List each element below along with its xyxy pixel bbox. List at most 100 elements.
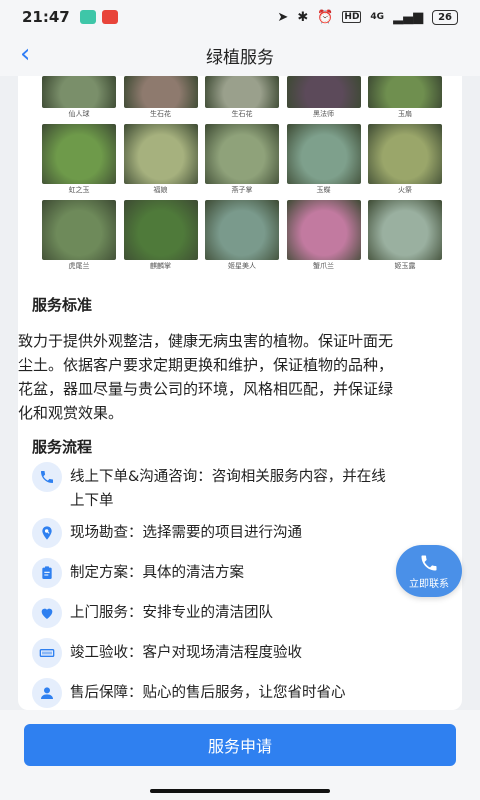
plant-image bbox=[368, 124, 442, 184]
plant-item: 生石花 bbox=[205, 76, 279, 120]
process-step: 竣工验收：客户对现场清洁程度验收 bbox=[32, 638, 452, 668]
phone-icon bbox=[421, 555, 437, 570]
step-text: 线上下单&沟通咨询：咨询相关服务内容，并在线 上下单 bbox=[70, 462, 386, 513]
plant-caption: 福娘 bbox=[153, 186, 168, 194]
process-step: 售后保障：贴心的售后服务，让您省时省心 bbox=[32, 678, 452, 708]
plant-item: 福娘 bbox=[123, 124, 198, 196]
back-icon[interactable]: ‹ bbox=[20, 39, 30, 69]
page-title: 绿植服务 bbox=[206, 47, 274, 68]
scanner-icon bbox=[32, 638, 62, 668]
app-notification-icon bbox=[79, 10, 96, 24]
service-apply-button[interactable]: 服务申请 bbox=[24, 724, 456, 766]
step-line: 上门服务：安排专业的清洁团队 bbox=[70, 605, 273, 621]
plant-caption: 火祭 bbox=[398, 186, 412, 194]
plant-image bbox=[205, 200, 279, 260]
description-line: 花盆，器皿尽量与贵公司的环境，风格相匹配，并保证绿 bbox=[18, 380, 394, 398]
plant-image bbox=[286, 200, 361, 260]
plant-item: 黑法师 bbox=[286, 76, 361, 120]
plant-image bbox=[368, 200, 442, 260]
section-title-standard: 服务标准 bbox=[32, 296, 93, 314]
phone-icon bbox=[32, 462, 62, 492]
home-indicator[interactable] bbox=[150, 789, 330, 793]
battery-icon: 26 bbox=[432, 9, 458, 25]
plant-caption: 麒麟掌 bbox=[150, 262, 171, 270]
content-card: 仙人球 生石花 生石花 黑法师 玉扇 虹之玉 福娘 燕子掌 玉蝶 火祭 虎尾兰 … bbox=[18, 76, 462, 710]
nav-bar: ‹ 绿植服务 bbox=[0, 34, 480, 76]
battery-level: 26 bbox=[438, 11, 452, 23]
app-notification-icon bbox=[101, 10, 118, 24]
plant-image bbox=[286, 76, 361, 108]
plant-caption: 生石花 bbox=[231, 110, 253, 118]
process-step: 制定方案：具体的清洁方案 bbox=[32, 558, 452, 588]
description-line: 致力于提供外观整洁，健康无病虫害的植物。保证叶面无 bbox=[18, 332, 394, 350]
plant-caption: 虎尾兰 bbox=[68, 262, 90, 270]
plant-item: 虎尾兰 bbox=[42, 200, 116, 272]
step-text: 现场勘查：选择需要的项目进行沟通 bbox=[70, 518, 302, 545]
contact-now-button[interactable]: 立即联系 bbox=[396, 545, 462, 597]
plant-caption: 姬星美人 bbox=[228, 262, 256, 270]
status-time: 21:47 bbox=[22, 8, 70, 26]
plant-image bbox=[368, 76, 442, 108]
alarm-icon: ⏰ bbox=[317, 9, 334, 25]
process-step: 上门服务：安排专业的清洁团队 bbox=[32, 598, 452, 628]
plant-caption: 燕子掌 bbox=[231, 186, 253, 194]
plant-row: 仙人球 生石花 生石花 黑法师 玉扇 bbox=[42, 76, 442, 120]
heart-icon bbox=[32, 598, 62, 628]
process-step: 线上下单&沟通咨询：咨询相关服务内容，并在线 上下单 bbox=[32, 462, 452, 513]
description-line: 尘土。依据客户要求定期更换和维护，保证植物的品种， bbox=[18, 356, 394, 374]
network-type: 4G bbox=[370, 12, 385, 22]
bluetooth-icon: ✱ bbox=[297, 9, 309, 25]
plant-item: 麒麟掌 bbox=[123, 200, 198, 272]
hd-icon: HD bbox=[342, 11, 362, 23]
plant-image bbox=[205, 76, 279, 108]
plant-item: 火祭 bbox=[368, 124, 442, 196]
signal-icon: ▂▄▆ bbox=[393, 9, 424, 25]
plant-row: 虹之玉 福娘 燕子掌 玉蝶 火祭 bbox=[42, 124, 442, 196]
plant-item: 玉扇 bbox=[368, 76, 442, 120]
search-icon bbox=[32, 518, 62, 548]
step-line: 线上下单&沟通咨询：咨询相关服务内容，并在线 bbox=[70, 469, 386, 485]
person-icon bbox=[32, 678, 62, 708]
plant-caption: 玉蝶 bbox=[316, 186, 331, 194]
step-line: 上下单 bbox=[70, 493, 114, 509]
plant-image bbox=[205, 124, 279, 184]
step-line: 制定方案：具体的清洁方案 bbox=[70, 565, 244, 581]
plant-caption: 生石花 bbox=[150, 110, 171, 118]
plant-image bbox=[42, 124, 116, 184]
step-line: 售后保障：贴心的售后服务，让您省时省心 bbox=[70, 685, 346, 701]
step-text: 竣工验收：客户对现场清洁程度验收 bbox=[70, 638, 302, 665]
plant-item: 姬玉露 bbox=[368, 200, 442, 272]
plant-image bbox=[42, 76, 116, 108]
step-text: 制定方案：具体的清洁方案 bbox=[70, 558, 244, 585]
plant-image bbox=[123, 76, 198, 108]
location-icon: ➤ bbox=[277, 9, 289, 25]
plant-item: 生石花 bbox=[123, 76, 198, 120]
plant-image bbox=[286, 124, 361, 184]
contact-now-label: 立即联系 bbox=[409, 578, 449, 590]
process-step: 现场勘查：选择需要的项目进行沟通 bbox=[32, 518, 452, 548]
plant-image bbox=[42, 200, 116, 260]
plant-image bbox=[123, 200, 198, 260]
plant-item: 燕子掌 bbox=[205, 124, 279, 196]
plant-item: 蟹爪兰 bbox=[286, 200, 361, 272]
clipboard-icon bbox=[32, 558, 62, 588]
description-line: 化和观赏效果。 bbox=[18, 404, 124, 422]
plant-item: 虹之玉 bbox=[42, 124, 116, 196]
plant-row: 虎尾兰 麒麟掌 姬星美人 蟹爪兰 姬玉露 bbox=[42, 200, 442, 272]
section-title-process: 服务流程 bbox=[32, 438, 93, 456]
plant-caption: 蟹爪兰 bbox=[313, 262, 334, 270]
status-bar: 21:47 ➤ ✱ ⏰ HD 4G ▂▄▆ 26 bbox=[0, 0, 480, 34]
plant-caption: 黑法师 bbox=[313, 110, 334, 118]
plant-gallery: 仙人球 生石花 生石花 黑法师 玉扇 虹之玉 福娘 燕子掌 玉蝶 火祭 虎尾兰 … bbox=[42, 76, 442, 276]
plant-caption: 仙人球 bbox=[68, 110, 90, 118]
plant-image bbox=[123, 124, 198, 184]
plant-caption: 虹之玉 bbox=[68, 186, 90, 194]
plant-item: 玉蝶 bbox=[286, 124, 361, 196]
step-line: 现场勘查：选择需要的项目进行沟通 bbox=[70, 525, 302, 541]
step-text: 售后保障：贴心的售后服务，让您省时省心 bbox=[70, 678, 346, 705]
plant-item: 仙人球 bbox=[42, 76, 116, 120]
step-line: 竣工验收：客户对现场清洁程度验收 bbox=[70, 645, 302, 661]
plant-caption: 姬玉露 bbox=[394, 262, 416, 270]
plant-caption: 玉扇 bbox=[398, 110, 412, 118]
step-text: 上门服务：安排专业的清洁团队 bbox=[70, 598, 273, 625]
